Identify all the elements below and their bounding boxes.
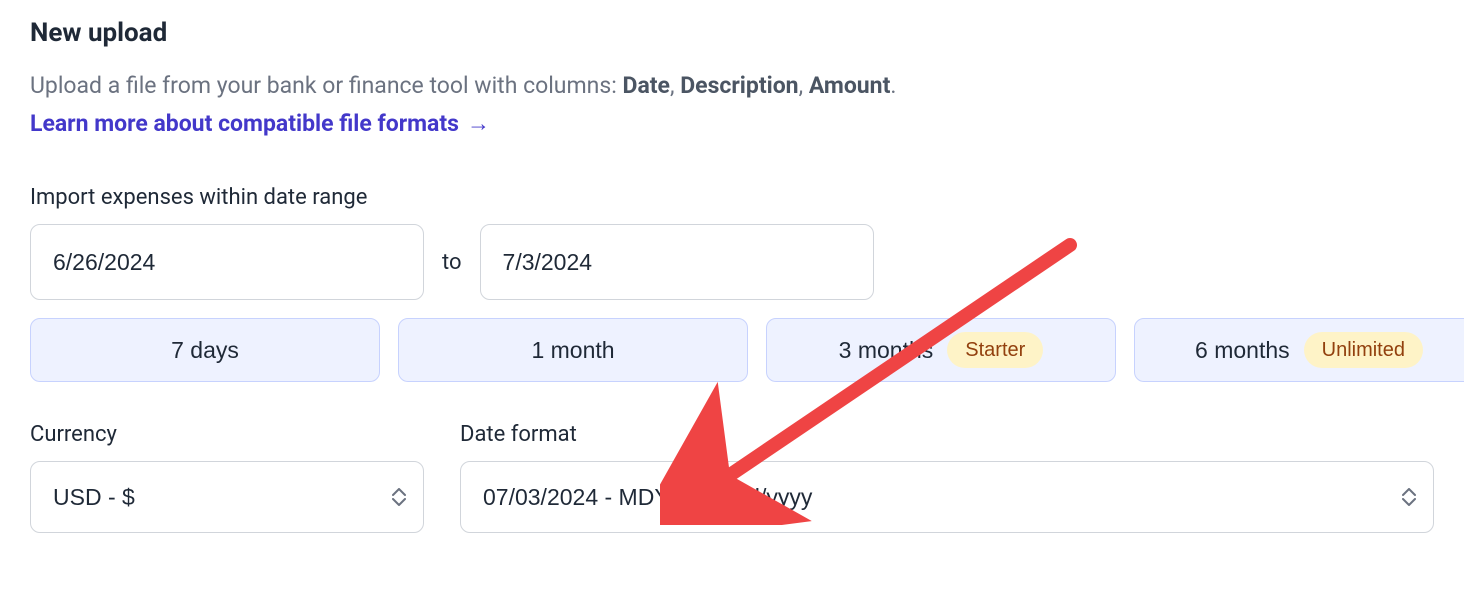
sep1: ,	[670, 72, 680, 99]
learn-more-row: Learn more about compatible file formats…	[30, 110, 1434, 137]
date-range-row: to	[30, 224, 1434, 300]
col-amount: Amount	[809, 72, 891, 99]
range-buttons-row: 7 days 1 month 3 months Starter 6 months…	[30, 318, 1434, 382]
range-button-1-month[interactable]: 1 month	[398, 318, 748, 382]
learn-more-label: Learn more about compatible file formats	[30, 110, 459, 137]
learn-more-link[interactable]: Learn more about compatible file formats…	[30, 110, 490, 137]
date-from-input[interactable]	[30, 224, 424, 300]
range-button-label: 6 months	[1195, 337, 1290, 364]
plan-badge-unlimited: Unlimited	[1304, 332, 1423, 368]
date-format-select-wrap: 07/03/2024 - MDY - mm/dd/yyyy	[460, 461, 1434, 533]
range-button-label: 7 days	[171, 337, 239, 364]
plan-badge-starter: Starter	[947, 332, 1043, 368]
date-format-field: Date format 07/03/2024 - MDY - mm/dd/yyy…	[460, 422, 1434, 533]
bottom-fields-row: Currency USD - $ Date format 07/03/2024 …	[30, 422, 1434, 533]
desc-suffix: .	[890, 72, 896, 99]
date-format-select[interactable]: 07/03/2024 - MDY - mm/dd/yyyy	[460, 461, 1434, 533]
date-to-label: to	[442, 250, 462, 275]
date-range-section: Import expenses within date range to 7 d…	[30, 185, 1434, 382]
currency-value: USD - $	[53, 484, 135, 510]
range-button-7-days[interactable]: 7 days	[30, 318, 380, 382]
date-format-value: 07/03/2024 - MDY - mm/dd/yyyy	[483, 484, 812, 510]
currency-select-wrap: USD - $	[30, 461, 424, 533]
range-button-label: 1 month	[531, 337, 614, 364]
col-date: Date	[623, 72, 670, 99]
currency-label: Currency	[30, 422, 424, 447]
page-title: New upload	[30, 18, 1434, 48]
range-button-6-months[interactable]: 6 months Unlimited	[1134, 318, 1464, 382]
upload-form: New upload Upload a file from your bank …	[0, 0, 1464, 608]
currency-field: Currency USD - $	[30, 422, 424, 533]
date-to-input[interactable]	[480, 224, 874, 300]
range-button-3-months[interactable]: 3 months Starter	[766, 318, 1116, 382]
sep2: ,	[799, 72, 809, 99]
date-format-label: Date format	[460, 422, 1434, 447]
upload-description: Upload a file from your bank or finance …	[30, 70, 1434, 102]
currency-select[interactable]: USD - $	[30, 461, 424, 533]
range-button-label: 3 months	[839, 337, 934, 364]
col-description: Description	[680, 72, 798, 99]
desc-prefix: Upload a file from your bank or finance …	[30, 72, 623, 99]
date-range-label: Import expenses within date range	[30, 185, 1434, 210]
arrow-right-icon: →	[467, 110, 490, 137]
